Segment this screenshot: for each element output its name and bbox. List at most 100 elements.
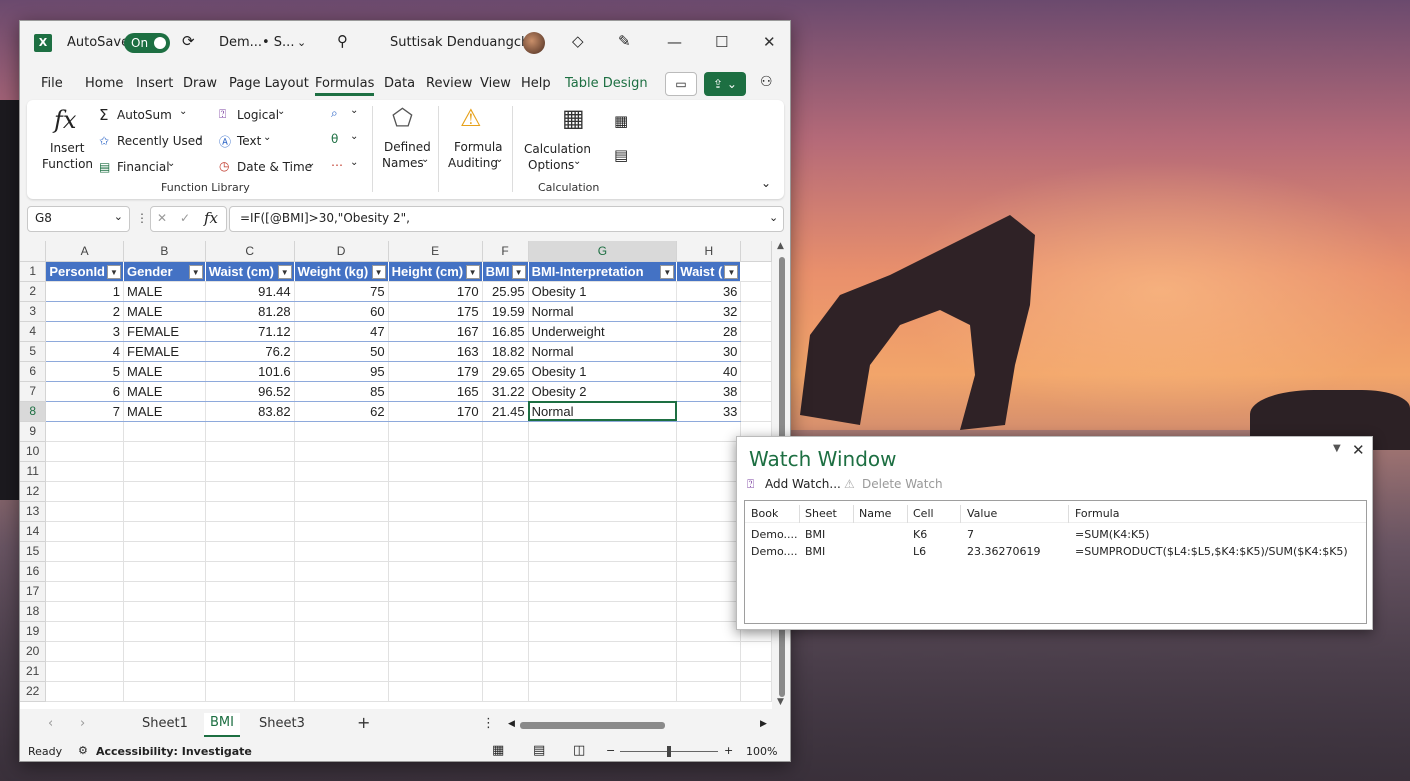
chevron-down-icon[interactable]: ⌄ [350, 157, 358, 168]
cell[interactable]: 83.82 [205, 401, 295, 422]
select-all-corner[interactable] [20, 241, 47, 262]
cell[interactable]: MALE [123, 361, 206, 382]
table-row[interactable]: 4 3 FEMALE 71.12 47 167 16.85 Underweight 28 [20, 321, 772, 342]
autosum-button[interactable]: AutoSum [117, 108, 172, 122]
cell[interactable] [45, 561, 124, 582]
grid-row[interactable]: 18 [20, 601, 772, 622]
cell[interactable] [123, 521, 206, 542]
page-layout-view-icon[interactable]: ▤ [533, 743, 545, 758]
calculate-sheet-icon[interactable]: ▤ [614, 146, 628, 164]
more-icon[interactable]: ⋮ [482, 716, 495, 731]
cell[interactable] [388, 581, 483, 602]
cell[interactable] [45, 441, 124, 462]
cell[interactable]: Obesity 2 [528, 381, 678, 402]
chevron-down-icon[interactable]: ⌄ [277, 106, 285, 117]
cell[interactable]: 170 [388, 281, 483, 302]
watch-list[interactable]: Book Sheet Name Cell Value Formula Demo.… [744, 500, 1367, 624]
cell[interactable] [123, 621, 206, 642]
cell[interactable] [294, 601, 389, 622]
filter-dropdown-icon[interactable]: ▼ [724, 264, 739, 279]
cell[interactable] [205, 601, 295, 622]
cell[interactable]: Obesity 1 [528, 361, 678, 382]
tab-help[interactable]: Help [521, 76, 551, 91]
chevron-down-icon[interactable]: ⌄ [179, 106, 187, 117]
cell[interactable]: 19.59 [482, 301, 529, 322]
cell[interactable] [388, 461, 483, 482]
grid-row[interactable]: 21 [20, 661, 772, 682]
cell[interactable] [45, 461, 124, 482]
cell[interactable]: 163 [388, 341, 483, 362]
cell[interactable] [205, 461, 295, 482]
user-name[interactable]: Suttisak Denduangchai [390, 35, 541, 50]
cell[interactable]: 25.95 [482, 281, 529, 302]
cell[interactable] [482, 621, 529, 642]
filter-dropdown-icon[interactable]: ▼ [107, 264, 121, 279]
add-watch-button[interactable]: Add Watch... [765, 477, 841, 491]
formula-auditing-icon[interactable]: ⚠ [460, 104, 482, 132]
cell[interactable] [123, 441, 206, 462]
cell[interactable] [676, 641, 742, 662]
tab-page-layout[interactable]: Page Layout [229, 76, 309, 91]
chevron-down-icon[interactable]: ⌄ [307, 158, 315, 169]
cell[interactable]: 85 [294, 381, 389, 402]
filter-dropdown-icon[interactable]: ▼ [511, 264, 526, 279]
cell[interactable]: 18.82 [482, 341, 529, 362]
cell[interactable] [294, 561, 389, 582]
cell[interactable]: MALE [123, 401, 206, 422]
cell[interactable] [205, 681, 295, 702]
cell[interactable] [294, 521, 389, 542]
column-header[interactable]: E [388, 241, 483, 262]
grid-row[interactable]: 22 [20, 681, 772, 702]
cell[interactable] [294, 481, 389, 502]
row-header[interactable]: 3 [20, 301, 47, 322]
date-time-icon[interactable]: ◷ [219, 159, 229, 173]
cell[interactable]: Normal [528, 301, 678, 322]
filter-dropdown-icon[interactable]: ▼ [188, 264, 203, 279]
cell[interactable] [123, 641, 206, 662]
cell[interactable] [388, 441, 483, 462]
column-header-sheet[interactable]: Sheet [805, 507, 837, 520]
cell[interactable]: 30 [676, 341, 742, 362]
calculation-options-label-1[interactable]: Calculation [524, 142, 591, 156]
zoom-out-icon[interactable]: − [606, 744, 615, 757]
accessibility-status[interactable]: Accessibility: Investigate [96, 745, 252, 758]
cell[interactable] [294, 641, 389, 662]
column-header-cell[interactable]: Cell [913, 507, 934, 520]
tab-table-design[interactable]: Table Design [565, 76, 648, 91]
recently-used-button[interactable]: Recently Used [117, 134, 203, 148]
math-icon[interactable]: θ [331, 132, 338, 146]
horizontal-scroll-thumb[interactable] [520, 722, 665, 729]
cell[interactable] [740, 641, 772, 662]
scroll-right-icon[interactable]: ▶ [760, 719, 767, 729]
cell[interactable] [205, 421, 295, 442]
scroll-down-icon[interactable]: ▼ [777, 697, 784, 707]
cell[interactable] [388, 421, 483, 442]
row-header[interactable]: 22 [20, 681, 47, 702]
sheet-tab-sheet1[interactable]: Sheet1 [142, 716, 188, 731]
worksheet-grid[interactable]: A B C D E F G H 1 PersonId ▼ Gender ▼ Wais… [20, 241, 772, 709]
chevron-down-icon[interactable]: ⌄ [114, 210, 123, 223]
cell[interactable] [123, 601, 206, 622]
cell[interactable] [740, 261, 772, 282]
comments-button[interactable]: ▭ [665, 72, 697, 96]
formula-auditing-label-2[interactable]: Auditing [448, 156, 498, 170]
calculation-options-label-2[interactable]: Options [528, 158, 574, 172]
cell[interactable]: FEMALE [123, 321, 206, 342]
cell[interactable] [294, 421, 389, 442]
cell[interactable] [388, 561, 483, 582]
cell[interactable]: 75 [294, 281, 389, 302]
text-icon[interactable]: Ⓐ [219, 133, 231, 150]
cell[interactable] [676, 581, 742, 602]
page-break-view-icon[interactable]: ◫ [573, 743, 585, 758]
cell[interactable] [388, 601, 483, 622]
cell[interactable] [528, 441, 678, 462]
next-sheet-icon[interactable]: › [80, 716, 85, 731]
cell[interactable] [45, 421, 124, 442]
column-header[interactable]: D [294, 241, 389, 262]
table-header-cell[interactable]: Waist (▼ [676, 261, 742, 282]
table-header-cell[interactable]: Height (cm) ▼ [388, 261, 483, 282]
minimize-button[interactable]: — [667, 33, 682, 51]
cell[interactable]: 36 [676, 281, 742, 302]
defined-names-icon[interactable]: ⬠ [392, 104, 413, 132]
cell[interactable] [123, 561, 206, 582]
